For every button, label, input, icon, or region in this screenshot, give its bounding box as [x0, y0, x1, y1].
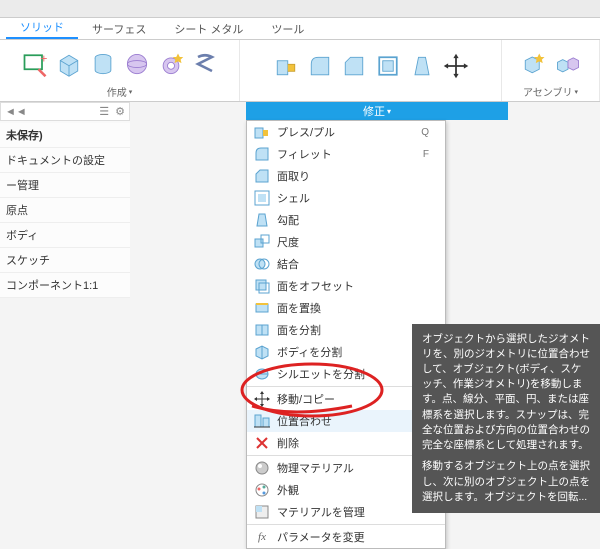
modify-label: 修正 — [363, 103, 385, 119]
fx-icon: fx — [253, 528, 271, 546]
offset-face-icon — [253, 277, 271, 295]
menu-fillet[interactable]: フィレットF — [247, 143, 445, 165]
menu-presspull[interactable]: プレス/プルQ — [247, 121, 445, 143]
browser-sketch[interactable]: スケッチ — [0, 248, 130, 273]
browser-body[interactable]: ボディ — [0, 223, 130, 248]
ribbon-create-label: 作成 — [107, 84, 127, 99]
draft-icon — [253, 211, 271, 229]
delete-icon — [253, 434, 271, 452]
menu-offset-face[interactable]: 面をオフセット — [247, 275, 445, 297]
fillet-icon — [253, 145, 271, 163]
browser-component[interactable]: コンポーネント1:1 — [0, 273, 130, 298]
split-face-icon — [253, 321, 271, 339]
filter-icon[interactable]: ☰ — [99, 105, 109, 118]
presspull-icon — [253, 123, 271, 141]
menu-scale[interactable]: 尺度 — [247, 231, 445, 253]
appearance-icon — [253, 481, 271, 499]
split-body-icon — [253, 343, 271, 361]
replace-face-icon — [253, 299, 271, 317]
browser-panel: ◄◄ ☰⚙ 未保存) ドキュメントの設定 ー管理 原点 ボディ スケッチ コンポ… — [0, 102, 130, 298]
coil-icon[interactable] — [190, 49, 220, 79]
manage-material-icon — [253, 503, 271, 521]
modify-dropdown-header[interactable]: 修正 — [246, 102, 508, 120]
move-icon — [253, 390, 271, 408]
assembly-new-icon[interactable] — [519, 49, 549, 79]
draft-icon[interactable] — [407, 51, 437, 81]
tab-tool[interactable]: ツール — [257, 18, 318, 39]
menu-change-parameters[interactable]: fxパラメータを変更 — [247, 526, 445, 548]
scale-icon — [253, 233, 271, 251]
svg-text:+: + — [40, 51, 47, 65]
torus-star-icon[interactable] — [156, 49, 186, 79]
menu-combine[interactable]: 結合 — [247, 253, 445, 275]
menu-shell[interactable]: シェル — [247, 187, 445, 209]
menu-draft[interactable]: 勾配 — [247, 209, 445, 231]
menu-chamfer[interactable]: 面取り — [247, 165, 445, 187]
move-arrows-icon[interactable] — [441, 51, 471, 81]
assembly-joint-icon[interactable] — [553, 49, 583, 79]
sphere-icon[interactable] — [122, 49, 152, 79]
sketch-icon[interactable]: + — [20, 49, 50, 79]
browser-title: 未保存) — [0, 123, 130, 148]
browser-manage[interactable]: ー管理 — [0, 173, 130, 198]
align-icon — [253, 412, 271, 430]
gear-icon[interactable]: ⚙ — [115, 105, 125, 118]
presspull-icon[interactable] — [271, 51, 301, 81]
tab-solid[interactable]: ソリッド — [6, 16, 78, 39]
menu-replace-face[interactable]: 面を置換 — [247, 297, 445, 319]
box-icon[interactable] — [54, 49, 84, 79]
fillet-icon[interactable] — [305, 51, 335, 81]
tooltip: オブジェクトから選択したジオメトリを、別のジオメトリに位置合わせして、オブジェク… — [412, 324, 600, 513]
tab-surface[interactable]: サーフェス — [78, 18, 160, 39]
combine-icon — [253, 255, 271, 273]
shell-icon — [253, 189, 271, 207]
ribbon-assembly-label: アセンブリ — [523, 84, 573, 99]
shell-icon[interactable] — [373, 51, 403, 81]
cylinder-icon[interactable] — [88, 49, 118, 79]
browser-doc-settings[interactable]: ドキュメントの設定 — [0, 148, 130, 173]
silhouette-icon — [253, 365, 271, 383]
chamfer-icon — [253, 167, 271, 185]
chamfer-icon[interactable] — [339, 51, 369, 81]
tab-sheetmetal[interactable]: シート メタル — [160, 18, 257, 39]
browser-origin[interactable]: 原点 — [0, 198, 130, 223]
material-icon — [253, 459, 271, 477]
